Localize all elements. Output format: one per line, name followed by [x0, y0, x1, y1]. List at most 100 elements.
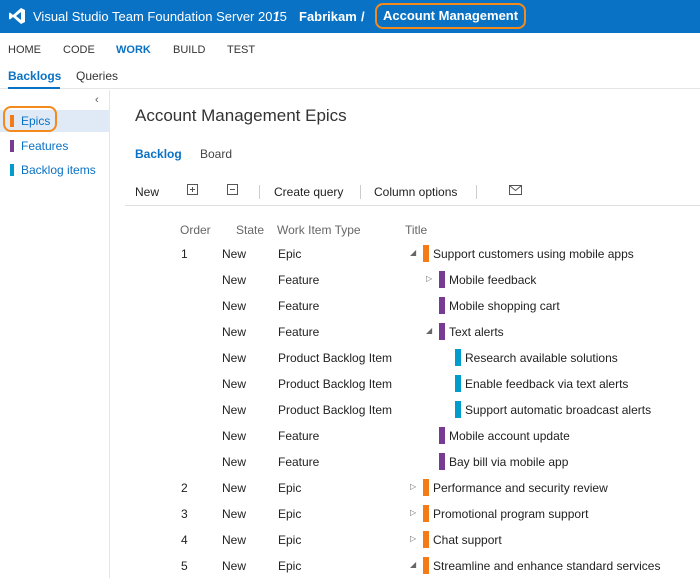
column-header-title[interactable]: Title [405, 223, 427, 237]
work-item-title-link[interactable]: Mobile feedback [449, 273, 536, 287]
work-item-color-bar [439, 427, 445, 444]
create-query-button[interactable]: Create query [274, 185, 343, 199]
column-header-state[interactable]: State [236, 223, 264, 237]
tab-board[interactable]: Board [200, 147, 232, 161]
work-item-color-bar [423, 479, 429, 496]
table-row[interactable]: New Product Backlog Item Research availabl… [110, 349, 700, 377]
work-item-title-link[interactable]: Mobile shopping cart [449, 299, 560, 313]
collapse-toggle-icon[interactable]: ◢ [426, 326, 432, 335]
state-cell: New [222, 533, 247, 547]
breadcrumb-project[interactable]: Fabrikam [299, 9, 357, 24]
work-item-title-link[interactable]: Support customers using mobile apps [433, 247, 634, 261]
hub-home[interactable]: HOME [8, 44, 41, 56]
state-cell: New [222, 299, 247, 313]
collapse-toggle-icon[interactable]: ◢ [410, 560, 416, 569]
work-item-title-link[interactable]: Enable feedback via text alerts [465, 377, 628, 391]
work-item-type-cell: Epic [278, 559, 302, 573]
state-cell: New [222, 377, 247, 391]
collapse-all-icon[interactable] [227, 184, 238, 195]
mail-icon[interactable] [509, 185, 522, 195]
tab-backlogs[interactable]: Backlogs [8, 69, 61, 83]
new-button[interactable]: New [135, 185, 159, 199]
tab-queries[interactable]: Queries [76, 69, 118, 83]
state-cell: New [222, 481, 247, 495]
active-tab-indicator [8, 87, 60, 89]
column-header-order[interactable]: Order [180, 223, 211, 237]
main-content: Account Management Epics Backlog Board N… [110, 90, 700, 578]
expand-toggle-icon[interactable]: ▷ [426, 274, 432, 283]
state-cell: New [222, 351, 247, 365]
work-item-title-link[interactable]: Support automatic broadcast alerts [465, 403, 651, 417]
top-bar: Visual Studio Team Foundation Server 201… [0, 0, 700, 33]
expand-all-icon[interactable] [187, 184, 198, 195]
breadcrumb-separator: / [275, 9, 279, 24]
column-options-button[interactable]: Column options [374, 185, 457, 199]
work-item-title-link[interactable]: Performance and security review [433, 481, 608, 495]
work-item-title-link[interactable]: Text alerts [449, 325, 504, 339]
table-row[interactable]: New Product Backlog Item Support automatic… [110, 401, 700, 429]
sub-nav: Backlogs Queries [0, 63, 700, 89]
product-name: Visual Studio Team Foundation Server 201… [33, 9, 287, 24]
work-item-color-bar [439, 323, 445, 340]
work-item-color-bar [439, 453, 445, 470]
state-cell: New [222, 559, 247, 573]
hub-test[interactable]: TEST [227, 44, 255, 56]
work-item-title-link[interactable]: Bay bill via mobile app [449, 455, 568, 469]
breadcrumb-team[interactable]: Account Management [375, 3, 527, 29]
highlight-ring [3, 106, 57, 132]
table-row[interactable]: 5 New Epic ◢ Streamline and enhance standard… [110, 557, 700, 578]
table-row[interactable]: 2 New Epic ▷ Performance and security review [110, 479, 700, 507]
order-cell: 2 [181, 481, 188, 495]
visual-studio-logo-icon[interactable] [8, 7, 26, 25]
table-row[interactable]: New Feature ◢ Text alerts [110, 323, 700, 351]
work-item-title-link[interactable]: Chat support [433, 533, 502, 547]
toolbar-divider [259, 185, 260, 199]
state-cell: New [222, 507, 247, 521]
expand-toggle-icon[interactable]: ▷ [410, 508, 416, 517]
state-cell: New [222, 429, 247, 443]
order-cell: 5 [181, 559, 188, 573]
work-item-type-cell: Feature [278, 429, 320, 443]
work-item-title-link[interactable]: Promotional program support [433, 507, 588, 521]
state-cell: New [222, 403, 247, 417]
state-cell: New [222, 325, 247, 339]
chevron-left-icon[interactable]: ‹ [95, 94, 99, 106]
tab-backlog[interactable]: Backlog [135, 147, 182, 161]
state-cell: New [222, 455, 247, 469]
toolbar-divider [476, 185, 477, 199]
work-item-color-bar [423, 505, 429, 522]
work-item-title-link[interactable]: Mobile account update [449, 429, 570, 443]
table-row[interactable]: New Feature Mobile account update [110, 427, 700, 455]
sidebar-item-label: Features [21, 139, 69, 153]
hub-nav: HOME CODE WORK BUILD TEST [0, 33, 700, 63]
order-cell: 4 [181, 533, 188, 547]
table-row[interactable]: New Product Backlog Item Enable feedback v… [110, 375, 700, 403]
column-header-type[interactable]: Work Item Type [277, 223, 361, 237]
work-item-type-cell: Feature [278, 455, 320, 469]
work-item-type-cell: Epic [278, 507, 302, 521]
work-item-title-link[interactable]: Streamline and enhance standard services [433, 559, 660, 573]
expand-toggle-icon[interactable]: ▷ [410, 534, 416, 543]
work-item-type-cell: Product Backlog Item [278, 403, 393, 417]
expand-toggle-icon[interactable]: ▷ [410, 482, 416, 491]
collapse-toggle-icon[interactable]: ◢ [410, 248, 416, 257]
table-row[interactable]: 4 New Epic ▷ Chat support [110, 531, 700, 559]
breadcrumb-separator: / [361, 9, 365, 24]
work-item-title-link[interactable]: Research available solutions [465, 351, 618, 365]
work-item-type-cell: Feature [278, 299, 320, 313]
table-row[interactable]: 1 New Epic ◢ Support customers using mobile … [110, 245, 700, 273]
hub-work[interactable]: WORK [116, 44, 151, 56]
sidebar-item-features[interactable]: Features [0, 135, 110, 157]
order-cell: 1 [181, 247, 188, 261]
table-row[interactable]: New Feature Bay bill via mobile app [110, 453, 700, 481]
state-cell: New [222, 247, 247, 261]
table-row[interactable]: 3 New Epic ▷ Promotional program support [110, 505, 700, 533]
table-row[interactable]: New Feature Mobile shopping cart [110, 297, 700, 325]
order-cell: 3 [181, 507, 188, 521]
sidebar-item-backlog-items[interactable]: Backlog items [0, 159, 110, 181]
backlog-sidebar: ‹ Epics Features Backlog items [0, 90, 110, 578]
hub-code[interactable]: CODE [63, 44, 95, 56]
table-row[interactable]: New Feature ▷ Mobile feedback [110, 271, 700, 299]
state-cell: New [222, 273, 247, 287]
hub-build[interactable]: BUILD [173, 44, 205, 56]
